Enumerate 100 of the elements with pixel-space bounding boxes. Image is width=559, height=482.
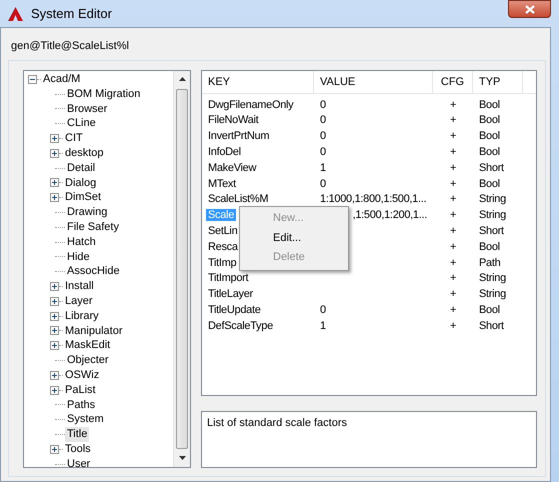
expand-icon[interactable] xyxy=(50,386,59,395)
tree-item[interactable]: desktop xyxy=(63,146,106,161)
table-cell: 0 xyxy=(320,146,326,158)
expand-icon[interactable] xyxy=(50,312,59,321)
table-cell: + xyxy=(450,240,456,253)
tree-item[interactable]: User xyxy=(65,456,92,472)
tree-item[interactable]: Detail xyxy=(65,160,98,176)
table-cell: Path xyxy=(479,256,500,269)
table-cell: String xyxy=(479,272,506,284)
table-cell: Bool xyxy=(479,130,500,142)
tree-item[interactable]: CIT xyxy=(63,131,85,146)
table-cell: DefScaleType xyxy=(208,320,273,332)
table-cell: InfoDel xyxy=(208,146,241,158)
tree-item[interactable]: Install xyxy=(63,279,96,294)
table-cell: FileNoWait xyxy=(208,114,258,126)
table-cell: String xyxy=(479,209,506,222)
tree-item[interactable]: Title xyxy=(65,427,90,442)
expand-icon[interactable] xyxy=(50,370,59,380)
tree-item[interactable]: PaList xyxy=(63,382,98,398)
scroll-down-icon[interactable] xyxy=(178,456,186,460)
table-cell: Bool xyxy=(479,240,500,253)
expand-icon[interactable] xyxy=(50,134,59,144)
tree-item[interactable]: Layer xyxy=(63,294,95,309)
menu-item[interactable]: Edit... xyxy=(242,228,346,248)
tree-item[interactable]: Manipulator xyxy=(63,324,124,338)
expand-icon[interactable] xyxy=(50,148,59,158)
table-cell: + xyxy=(450,114,456,126)
table-cell: 0 xyxy=(320,178,326,190)
table-cell: InvertPrtNum xyxy=(208,130,270,142)
column-header[interactable]: TYP xyxy=(473,71,523,93)
table-cell: Scale xyxy=(206,209,236,222)
tree-item[interactable]: MaskEdit xyxy=(63,338,112,354)
table-cell: 0 xyxy=(320,114,326,126)
app-logo-icon xyxy=(8,6,23,20)
expand-icon[interactable] xyxy=(50,282,59,292)
tree-item[interactable]: Tools xyxy=(63,442,93,457)
collapse-icon[interactable] xyxy=(28,74,37,84)
table-cell: Short xyxy=(479,225,504,238)
tree-item[interactable]: Hatch xyxy=(65,234,98,250)
table-cell: Bool xyxy=(479,98,500,111)
column-header[interactable]: KEY xyxy=(202,71,314,93)
tree-item[interactable]: BOM Migration xyxy=(65,86,142,102)
table-cell: 1 xyxy=(320,320,326,332)
expand-icon[interactable] xyxy=(50,193,59,202)
table-cell: ScaleList%M xyxy=(208,193,268,206)
table-cell: DwgFilenameOnly xyxy=(208,98,294,111)
table-cell: ,1:500,1:200,1... xyxy=(352,209,427,222)
expand-icon[interactable] xyxy=(50,444,59,454)
close-button[interactable] xyxy=(508,0,551,18)
table-cell: String xyxy=(479,193,506,206)
table-cell: Bool xyxy=(479,146,500,158)
table-cell: 1 xyxy=(320,162,326,174)
tree-item[interactable]: Drawing xyxy=(65,205,110,220)
table-cell: 0 xyxy=(320,130,326,142)
column-header[interactable]: VALUE xyxy=(314,71,433,93)
table-cell: MText xyxy=(208,178,236,190)
table-cell: TitleUpdate xyxy=(208,304,261,316)
tree-item[interactable]: Paths xyxy=(65,398,98,412)
tree-item[interactable]: CLine xyxy=(65,116,98,132)
table-cell: 1:1000,1:800,1:500,1... xyxy=(320,193,426,206)
table-cell: + xyxy=(450,162,456,174)
table-cell: + xyxy=(450,130,456,142)
table-cell: Bool xyxy=(479,114,500,126)
table-cell: Bool xyxy=(479,178,500,190)
expand-icon[interactable] xyxy=(50,178,59,188)
tree-item[interactable]: Acad/M xyxy=(41,72,82,87)
tree-item[interactable]: System xyxy=(65,412,106,428)
tree-item[interactable]: Dialog xyxy=(63,176,98,190)
table-cell: + xyxy=(450,256,456,269)
tree-item[interactable]: Hide xyxy=(65,250,92,264)
table-cell: + xyxy=(450,178,456,190)
tree-item[interactable]: File Safety xyxy=(65,220,121,235)
table-cell: TitleLayer xyxy=(208,288,253,300)
scroll-up-icon[interactable] xyxy=(178,77,186,82)
table-cell: + xyxy=(450,193,456,206)
table-cell: Short xyxy=(479,162,504,174)
tree-item[interactable]: Objecter xyxy=(65,353,111,368)
window-title: System Editor xyxy=(31,4,112,23)
expand-icon[interactable] xyxy=(50,341,59,350)
expand-icon[interactable] xyxy=(50,326,59,336)
table-cell: SetLin xyxy=(208,225,238,238)
table-cell: 0 xyxy=(320,304,326,316)
table-cell: + xyxy=(450,225,456,238)
tree-item[interactable]: OSWiz xyxy=(63,368,102,383)
scrollbar[interactable] xyxy=(173,71,190,467)
tree-item[interactable]: DimSet xyxy=(63,190,104,206)
table-cell: + xyxy=(450,288,456,300)
table-cell: 0 xyxy=(320,98,326,111)
tree-item[interactable]: AssocHide xyxy=(65,264,122,280)
table-cell: + xyxy=(450,209,456,222)
table-cell: + xyxy=(450,272,456,284)
expand-icon[interactable] xyxy=(50,296,59,306)
table-cell: TitImport xyxy=(208,272,248,284)
tree-item[interactable]: Browser xyxy=(65,102,110,116)
tree-item[interactable]: Library xyxy=(63,308,101,324)
path-label: gen@Title@ScaleList%l xyxy=(11,40,129,52)
table-cell: + xyxy=(450,146,456,158)
table-cell: Short xyxy=(479,320,504,332)
table-cell: Resca xyxy=(208,240,238,253)
column-header[interactable]: CFG xyxy=(433,71,473,93)
